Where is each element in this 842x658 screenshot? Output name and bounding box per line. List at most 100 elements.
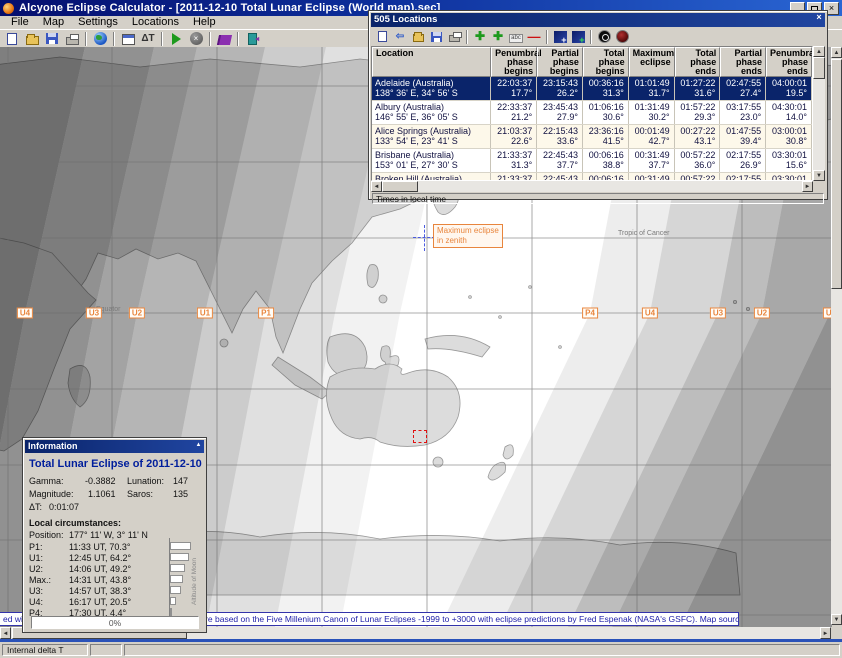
vertical-scroll-thumb[interactable] [813,57,825,79]
column-header-penumbral-ends[interactable]: Penumbral phase ends [766,47,812,77]
cell-alt: 41.5° [585,136,624,146]
cell-time: 21:03:37 [493,126,532,136]
menu-help[interactable]: Help [186,16,223,29]
p1-value: 11:33 UT, 70.3° [69,542,130,552]
cell-time: 00:01:49 [631,126,670,136]
scroll-up-arrow[interactable]: ▲ [831,47,842,58]
exit-button[interactable] [242,30,262,47]
contact-marker-u3-east[interactable]: U3 [710,308,726,319]
toolbar-separator [546,30,548,44]
location-coords: 153° 01' E, 27° 30' S [375,160,487,170]
lunar-eclipse-view-button[interactable] [595,29,613,45]
lunation-value: 147 [173,476,188,486]
contact-marker-u1[interactable]: U1 [197,308,213,319]
menu-locations[interactable]: Locations [125,16,186,29]
column-header-location[interactable]: Location [372,47,491,77]
locations-close-icon[interactable]: × [813,12,825,23]
scroll-right-arrow[interactable]: ► [820,627,831,639]
scroll-right-arrow[interactable]: ► [802,181,813,192]
contact-marker-u4[interactable]: U4 [17,308,33,319]
column-header-partial-begins[interactable]: Partial phase begins [537,47,583,77]
play-animation-button[interactable] [166,30,186,47]
eclipse-heading: Total Lunar Eclipse of 2011-12-10 [29,458,202,470]
scroll-down-arrow[interactable]: ▼ [831,614,842,625]
u2-label: U2: [29,564,43,574]
menu-file[interactable]: File [4,16,36,29]
column-header-partial-ends[interactable]: Partial phase ends [720,47,766,77]
table-row-albury[interactable]: Albury (Australia)146° 55' E, 36° 05' S … [372,101,812,125]
table-row-broken-hill[interactable]: Broken Hill (Australia) 21:33:37 22:45:4… [372,173,812,181]
lunar-eclipse-icon [598,30,611,43]
delta-t-icon: ΔT [141,33,154,44]
delta-t-button[interactable]: ΔT [138,30,158,47]
cell-time: 00:31:49 [631,150,670,160]
information-title-bar[interactable]: Information [25,440,204,453]
world-map-button[interactable] [90,30,110,47]
altitude-bar [170,575,183,583]
menu-settings[interactable]: Settings [71,16,125,29]
column-header-total-begins[interactable]: Total phase begins [583,47,629,77]
scroll-left-arrow[interactable]: ◄ [0,627,11,639]
horizontal-scroll-thumb[interactable] [382,181,418,192]
table-row-alice-springs[interactable]: Alice Springs (Australia)133° 54' E, 23°… [372,125,812,149]
add-from-map-button[interactable] [569,29,587,45]
save-file-button[interactable] [42,30,62,47]
add-nearest-button[interactable]: ✚ [489,29,507,45]
contact-marker-u2-east[interactable]: U2 [754,308,770,319]
cell-time: 03:30:01 [768,174,807,181]
tropic-of-cancer-label: Tropic of Cancer [618,230,669,237]
contact-marker-u4-east[interactable]: U4 [642,308,658,319]
loc-print-button[interactable] [445,29,463,45]
scroll-down-arrow[interactable]: ▼ [813,170,825,181]
scroll-left-arrow[interactable]: ◄ [371,181,382,192]
column-header-total-ends[interactable]: Total phase ends [675,47,721,77]
locations-horizontal-scrollbar[interactable]: ◄ ► [371,181,813,192]
map-vertical-scrollbar[interactable]: ▲ ▼ [831,47,842,625]
remove-location-button[interactable]: — [525,29,543,45]
delta-t-label: ΔT: [29,502,42,512]
scroll-up-arrow[interactable]: ▲ [813,46,825,57]
cell-alt: 31.3° [493,160,532,170]
cell-time: 21:33:37 [493,174,532,181]
cell-alt: 30.8° [768,136,807,146]
eclipsed-moon-view-button[interactable] [613,29,631,45]
print-icon [66,37,79,45]
vertical-scroll-thumb[interactable] [831,59,842,289]
play-icon [172,33,181,45]
column-header-penumbral-begins[interactable]: Penumbral phase begins [491,47,537,77]
cell-alt: 38.8° [585,160,624,170]
selected-location-marker[interactable] [413,430,427,443]
rename-location-button[interactable]: abc [507,29,525,45]
cell-time: 03:00:01 [768,126,807,136]
loc-save-button[interactable] [427,29,445,45]
contact-marker-u3[interactable]: U3 [86,308,102,319]
collapse-arrow-icon[interactable]: ▲ [193,440,204,450]
u4-label: U4: [29,597,43,607]
table-row-brisbane[interactable]: Brisbane (Australia)153° 01' E, 27° 30' … [372,149,812,173]
u3-label: U3: [29,586,43,596]
new-file-icon [7,33,17,45]
app-window: Alcyone Eclipse Calculator - [2011-12-10… [0,0,842,658]
contact-marker-p4[interactable]: P4 [582,308,598,319]
loc-new-button[interactable] [373,29,391,45]
contact-marker-u2[interactable]: U2 [129,308,145,319]
open-folder-icon [26,36,39,45]
menu-map[interactable]: Map [36,16,71,29]
contact-marker-p1[interactable]: P1 [258,308,274,319]
loc-open-button[interactable] [409,29,427,45]
new-file-button[interactable] [2,30,22,47]
show-on-map-button[interactable] [551,29,569,45]
locations-title-bar[interactable]: 505 Locations [371,13,825,27]
date-button[interactable] [118,30,138,47]
glossary-button[interactable] [214,30,234,47]
table-row-adelaide[interactable]: Adelaide (Australia)138° 36' E, 34° 56' … [372,77,812,101]
add-location-button[interactable]: ✚ [471,29,489,45]
column-header-maximum[interactable]: Maximum eclipse [629,47,675,77]
loc-export-button[interactable]: ⇦ [391,29,409,45]
stop-animation-button[interactable]: × [186,30,206,47]
locations-vertical-scrollbar[interactable]: ▲ ▼ [813,46,825,181]
open-file-button[interactable] [22,30,42,47]
locations-table[interactable]: Location Penumbral phase begins Partial … [371,46,813,181]
location-name: Alice Springs (Australia) [375,126,487,136]
print-button[interactable] [62,30,82,47]
